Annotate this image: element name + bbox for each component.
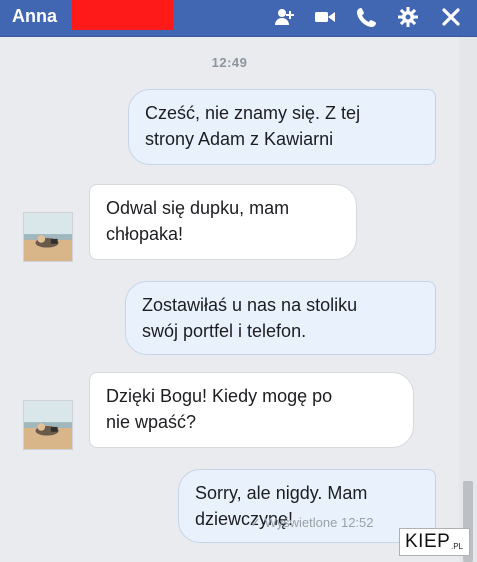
message-timestamp: 12:49	[211, 55, 248, 70]
add-person-icon[interactable]	[274, 6, 296, 28]
scrollbar[interactable]	[459, 37, 477, 562]
gear-icon[interactable]	[397, 6, 419, 28]
message-bubble-outgoing: Cześć, nie znamy się. Z tej strony Adam …	[128, 89, 436, 165]
message-line: nie wpaść?	[106, 412, 197, 432]
message-bubble-incoming: Odwal się dupku, mam chłopaka!	[89, 184, 357, 260]
message-bubble-outgoing: Zostawiłaś u nas na stoliku swój portfel…	[125, 281, 436, 355]
chat-header: Anna	[0, 0, 477, 37]
video-camera-icon[interactable]	[314, 6, 336, 28]
message-line: Dzięki Bogu! Kiedy mogę po	[106, 386, 333, 406]
watermark-text: KIEP	[405, 531, 451, 552]
message-bubble-incoming: Dzięki Bogu! Kiedy mogę po nie wpaść?	[89, 372, 414, 448]
message-line: Odwal się dupku, mam	[106, 198, 290, 218]
message-line: swój portfel i telefon.	[142, 321, 307, 341]
contact-name[interactable]: Anna	[12, 5, 57, 27]
seen-status: ✓ Wyświetlone 12:52	[250, 515, 374, 530]
close-icon[interactable]	[440, 6, 462, 28]
watermark-logo: KIEP .PL	[399, 528, 470, 556]
phone-icon[interactable]	[356, 6, 378, 28]
message-line: Sorry, ale nigdy. Mam	[195, 483, 368, 503]
redaction-block	[72, 0, 173, 30]
message-line: chłopaka!	[106, 224, 184, 244]
avatar[interactable]	[23, 400, 73, 450]
message-line: Cześć, nie znamy się. Z tej	[145, 103, 361, 123]
watermark-tld: .PL	[451, 542, 464, 551]
message-bubble-outgoing: Sorry, ale nigdy. Mam dziewczynę!	[178, 469, 436, 543]
message-line: Zostawiłaś u nas na stoliku	[142, 295, 358, 315]
avatar[interactable]	[23, 212, 73, 262]
message-line: strony Adam z Kawiarni	[145, 129, 334, 149]
